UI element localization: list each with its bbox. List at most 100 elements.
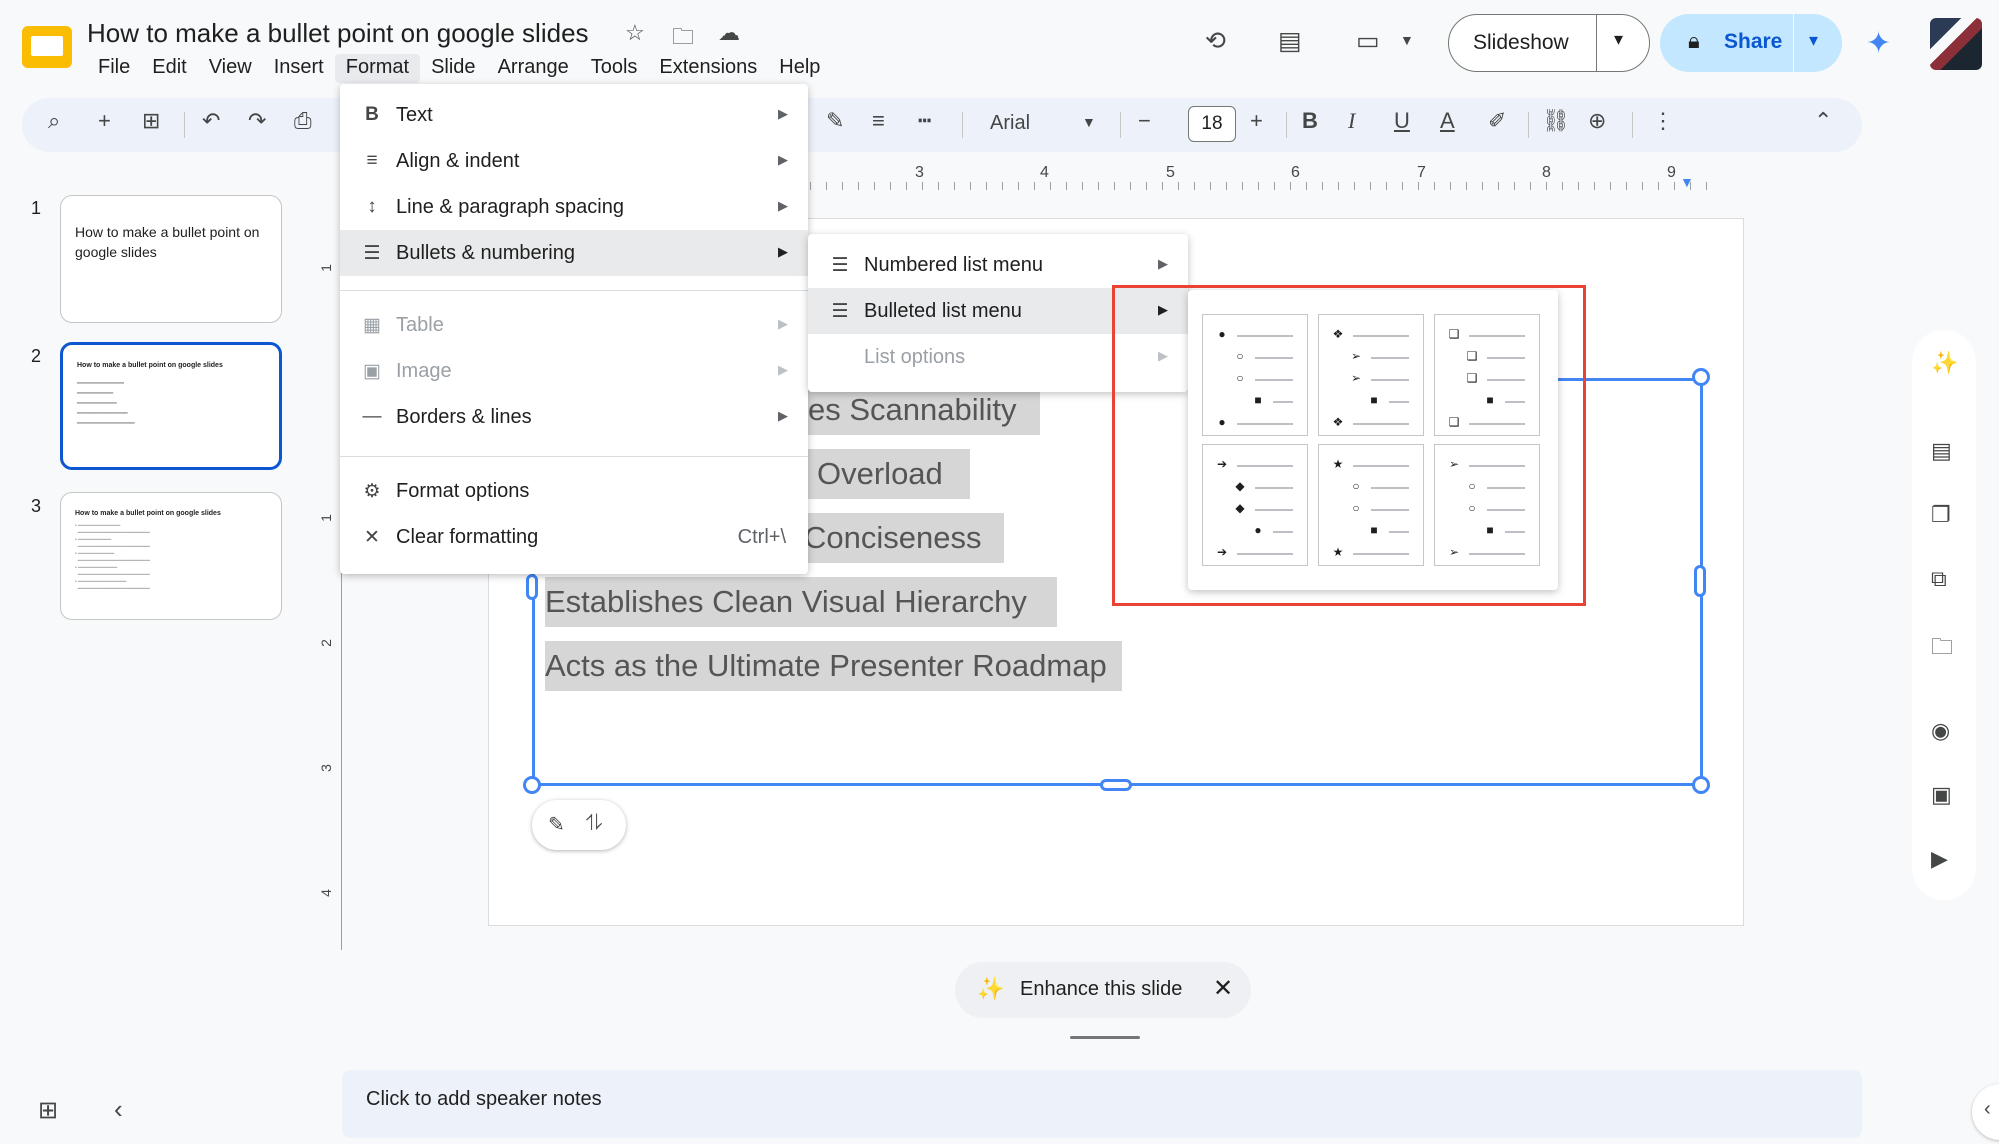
add-comment-icon[interactable]: ⊕	[1588, 108, 1606, 134]
decrease-font-icon[interactable]: −	[1138, 108, 1151, 134]
enhance-slide-chip[interactable]: ✨ Enhance this slide ✕	[955, 962, 1251, 1018]
grid-view-icon[interactable]: ⊞	[38, 1096, 58, 1125]
vertical-ruler[interactable]: 1 1 2 3 4	[318, 200, 342, 950]
menu-item-bullets-numbering[interactable]: ☰ Bullets & numbering ▶	[340, 230, 808, 276]
ruler-tick	[954, 182, 955, 190]
new-slide-icon[interactable]: +	[98, 108, 111, 134]
font-name-select[interactable]: Arial	[990, 112, 1030, 135]
font-size-input[interactable]: 18	[1188, 106, 1236, 142]
menu-item-format-options[interactable]: ⚙ Format options	[340, 468, 808, 514]
resize-handle[interactable]	[1100, 779, 1132, 791]
comments-icon[interactable]: ▤	[1278, 26, 1302, 56]
meet-dropdown-icon[interactable]: ▼	[1400, 32, 1414, 48]
add-video-icon[interactable]: ▶	[1931, 846, 1948, 872]
slide-thumbnail-2[interactable]: How to make a bullet point on google sli…	[60, 342, 282, 470]
underline-icon[interactable]: U	[1394, 108, 1410, 134]
ruler-tick	[1018, 182, 1019, 190]
gemini-icon[interactable]: ✦	[1866, 26, 1891, 61]
cloud-status-icon[interactable]: ☁	[718, 20, 740, 46]
font-dropdown-icon[interactable]: ▼	[1082, 114, 1096, 130]
menu-item-label: Align & indent	[396, 150, 520, 172]
speaker-notes-area[interactable]: Click to add speaker notes	[342, 1070, 1862, 1138]
increase-font-icon[interactable]: +	[1250, 108, 1263, 134]
menu-item-numbered-list[interactable]: ☰ Numbered list menu ▶	[808, 242, 1188, 288]
menu-item-line-spacing[interactable]: ↕ Line & paragraph spacing ▶	[340, 184, 808, 230]
ruler-tick	[938, 182, 939, 190]
menu-slide[interactable]: Slide	[420, 54, 486, 83]
menu-file[interactable]: File	[87, 54, 141, 83]
menu-help[interactable]: Help	[768, 54, 831, 83]
collapse-toolbar-icon[interactable]: ⌃	[1814, 108, 1832, 134]
menu-item-text[interactable]: B Text ▶	[340, 92, 808, 138]
collapse-filmstrip-icon[interactable]: ‹	[114, 1094, 123, 1125]
version-history-icon[interactable]: ⟲	[1205, 26, 1226, 56]
close-icon[interactable]: ✕	[1213, 974, 1233, 1003]
border-line-icon: —	[362, 406, 382, 427]
ruler-tick	[1114, 182, 1115, 190]
slide-thumbnail-1[interactable]: How to make a bullet point on google sli…	[60, 195, 282, 323]
slideshow-button[interactable]: Slideshow ▾	[1448, 14, 1650, 72]
image-search-icon[interactable]: ⧉	[1931, 566, 1947, 592]
submenu-arrow-icon: ▶	[778, 408, 788, 423]
resize-handle[interactable]	[1692, 368, 1710, 386]
print-icon[interactable]: ⎙	[294, 108, 312, 134]
gemini-sparkle-icon[interactable]: ✨	[1931, 350, 1958, 376]
menu-item-label: Line & paragraph spacing	[396, 196, 624, 218]
menu-tools[interactable]: Tools	[580, 54, 649, 83]
ruler-tick	[1354, 182, 1355, 190]
resize-handle[interactable]	[526, 574, 538, 600]
bold-icon[interactable]: B	[1302, 108, 1318, 134]
undo-icon[interactable]: ↶	[202, 108, 220, 134]
menu-item-clear-formatting[interactable]: ✕ Clear formatting Ctrl+\	[340, 514, 808, 560]
border-dash-icon[interactable]: ┅	[918, 108, 931, 134]
insert-link-icon[interactable]: ⛓	[1542, 108, 1570, 134]
notes-drag-handle[interactable]	[1070, 1036, 1140, 1039]
highlight-color-icon[interactable]: ✐	[1488, 108, 1506, 134]
text-color-icon[interactable]: A	[1440, 108, 1455, 134]
magic-edit-icon[interactable]: ✎	[548, 812, 565, 837]
menu-extensions[interactable]: Extensions	[648, 54, 768, 83]
search-icon[interactable]: ⌕	[48, 108, 60, 134]
record-icon[interactable]: ◉	[1931, 718, 1950, 744]
thumbnail-title: How to make a bullet point on google sli…	[75, 510, 221, 517]
pen-icon[interactable]: ✎	[826, 108, 844, 134]
menu-item-align-indent[interactable]: ≡ Align & indent ▶	[340, 138, 808, 184]
border-weight-icon[interactable]: ≡	[872, 108, 885, 134]
slides-logo[interactable]	[22, 26, 72, 68]
resize-handle[interactable]	[523, 776, 541, 794]
star-icon[interactable]: ☆	[625, 20, 645, 46]
vertical-align-icon[interactable]: ⥮	[586, 810, 602, 836]
redo-icon[interactable]: ↷	[248, 108, 266, 134]
menu-format[interactable]: Format	[334, 54, 421, 83]
share-dropdown-icon[interactable]: ▾	[1809, 30, 1818, 51]
resize-handle[interactable]	[1692, 776, 1710, 794]
ruler-label: 3	[915, 164, 924, 181]
folder-icon[interactable]: 🗀	[1931, 630, 1953, 668]
layers-icon[interactable]: ❐	[1931, 502, 1951, 528]
side-panel: ✨ ▤ ❐ ⧉ 🗀 ◉ ▣ ▶	[1912, 330, 1976, 900]
slide-number: 3	[31, 496, 42, 516]
more-options-icon[interactable]: ⋮	[1652, 108, 1674, 134]
video-icon[interactable]: ▣	[1931, 782, 1952, 808]
menu-arrange[interactable]: Arrange	[487, 54, 580, 83]
slide-thumbnail-3[interactable]: How to make a bullet point on google sli…	[60, 492, 282, 620]
ruler-tick	[1418, 182, 1419, 190]
meet-camera-icon[interactable]: ▭	[1356, 26, 1380, 56]
menu-insert[interactable]: Insert	[263, 54, 335, 83]
italic-icon[interactable]: I	[1348, 108, 1355, 134]
ruler-tick	[890, 182, 891, 190]
move-folder-icon[interactable]: 🗀	[672, 20, 694, 58]
slideshow-dropdown-icon[interactable]: ▾	[1614, 29, 1623, 50]
indent-marker-icon[interactable]: ▼	[1680, 174, 1694, 190]
ruler-label: 8	[1542, 164, 1551, 181]
share-button[interactable]: 🔒︎ Share ▾	[1660, 14, 1842, 72]
expand-side-panel[interactable]: ‹	[1972, 1084, 1999, 1140]
new-slide-layout-icon[interactable]: ⊞	[142, 108, 160, 134]
menu-view[interactable]: View	[198, 54, 263, 83]
menu-item-borders-lines[interactable]: — Borders & lines ▶	[340, 394, 808, 440]
account-avatar[interactable]	[1930, 18, 1982, 70]
document-title[interactable]: How to make a bullet point on google sli…	[87, 18, 589, 49]
speaker-notes-icon[interactable]: ▤	[1931, 438, 1952, 464]
resize-handle[interactable]	[1694, 565, 1706, 597]
menu-edit[interactable]: Edit	[141, 54, 197, 83]
